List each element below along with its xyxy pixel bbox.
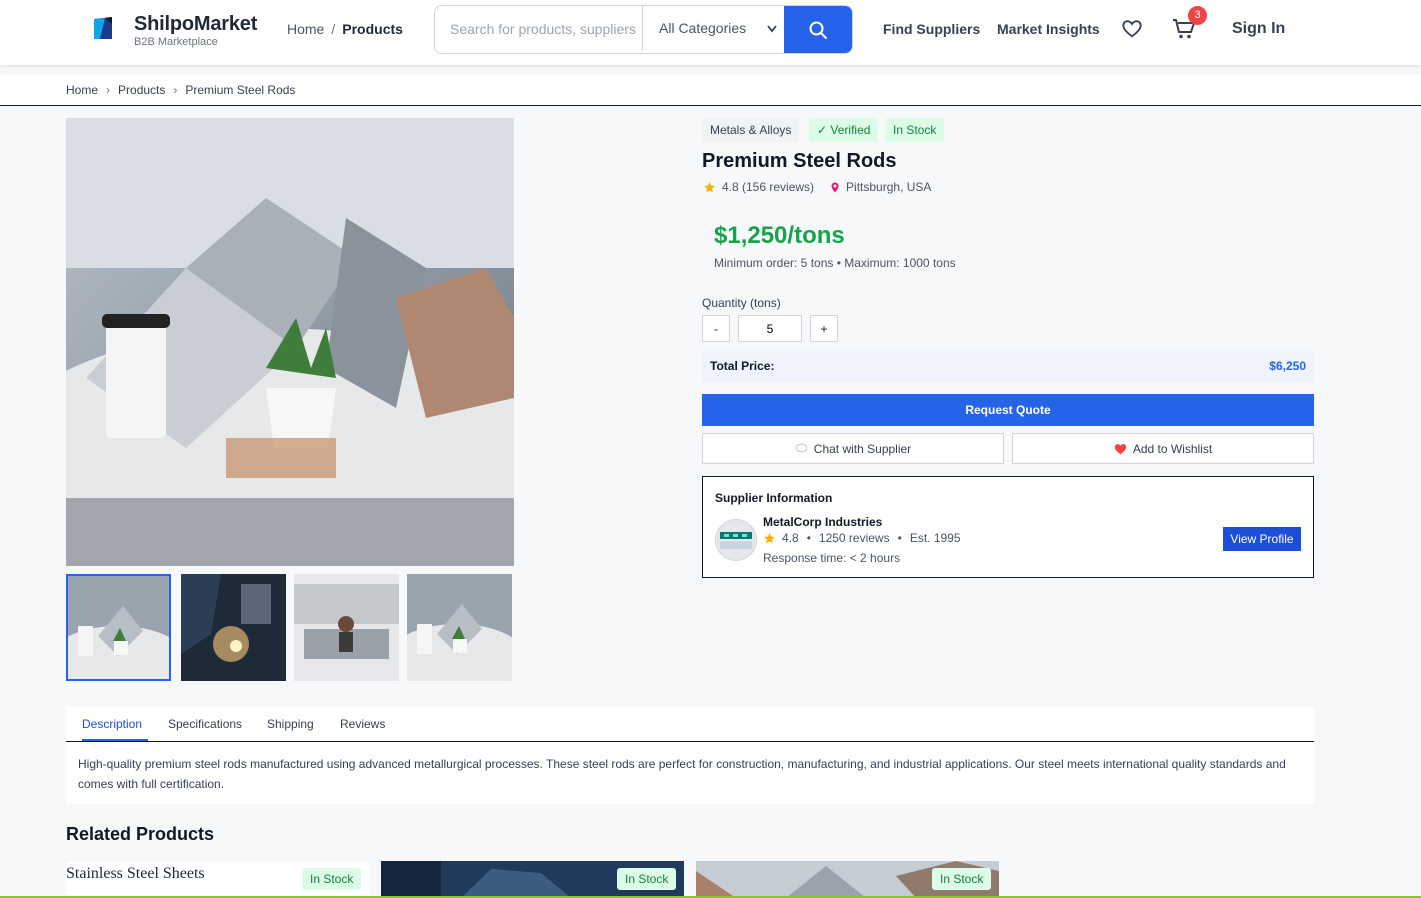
total-price-value: $6,250 bbox=[1269, 359, 1306, 373]
star-icon bbox=[764, 532, 775, 543]
product-rating-row: 4.8 (156 reviews) Pittsburgh, USA bbox=[703, 180, 931, 194]
main-product-image[interactable] bbox=[66, 118, 514, 566]
search-button[interactable] bbox=[784, 6, 852, 53]
product-price: $1,250/tons bbox=[714, 222, 845, 249]
breadcrumb-home[interactable]: Home bbox=[66, 83, 98, 97]
nav-market-insights[interactable]: Market Insights bbox=[997, 21, 1100, 37]
supplier-review-count: 1250 reviews bbox=[818, 531, 890, 545]
bullet-separator: • bbox=[806, 531, 811, 545]
category-select[interactable]: All Categories bbox=[642, 6, 784, 51]
search-icon bbox=[809, 21, 827, 39]
bullet-separator: • bbox=[897, 531, 902, 545]
breadcrumb-separator: › bbox=[173, 83, 178, 97]
total-price-bar: Total Price: $6,250 bbox=[702, 351, 1314, 382]
breadcrumb-separator: › bbox=[106, 83, 111, 97]
chat-with-supplier-button[interactable]: Chat with Supplier bbox=[702, 433, 1004, 464]
location-pin-icon bbox=[831, 182, 839, 192]
supplier-response-time: Response time: < 2 hours bbox=[763, 551, 901, 565]
add-to-wishlist-button[interactable]: Add to Wishlist bbox=[1012, 433, 1314, 464]
breadcrumb: Home › Products › Premium Steel Rods bbox=[0, 75, 1421, 106]
chat-button-label: Chat with Supplier bbox=[813, 441, 912, 456]
sign-in-link[interactable]: Sign In bbox=[1232, 20, 1285, 38]
category-select-value: All Categories bbox=[659, 20, 747, 36]
quantity-label: Quantity (tons) bbox=[702, 296, 781, 310]
quantity-input[interactable] bbox=[738, 315, 802, 342]
breadcrumb-current: Premium Steel Rods bbox=[185, 83, 296, 97]
active-tab-indicator bbox=[82, 739, 148, 741]
tab-description[interactable]: Description bbox=[82, 717, 142, 731]
nav-find-suppliers[interactable]: Find Suppliers bbox=[883, 21, 980, 37]
star-icon bbox=[704, 181, 715, 192]
supplier-name[interactable]: MetalCorp Industries bbox=[763, 515, 882, 529]
brand-subtitle: B2B Marketplace bbox=[134, 36, 218, 48]
heart-icon bbox=[1114, 443, 1126, 454]
wishlist-heart-icon[interactable] bbox=[1121, 18, 1143, 40]
verified-badge: ✓ Verified bbox=[809, 118, 879, 142]
stock-badge: In Stock bbox=[885, 118, 945, 142]
header-crumb-home[interactable]: Home bbox=[287, 21, 324, 37]
supplier-info-card: Supplier Information MetalCorp Industrie… bbox=[702, 476, 1314, 578]
product-rating[interactable]: 4.8 (156 reviews) bbox=[722, 180, 814, 194]
product-title: Premium Steel Rods bbox=[702, 150, 897, 172]
supplier-heading: Supplier Information bbox=[715, 491, 833, 505]
related-products-heading: Related Products bbox=[66, 824, 215, 844]
related-product-card[interactable]: In Stock bbox=[381, 861, 684, 898]
thumbnail-1[interactable] bbox=[66, 574, 171, 681]
quantity-increase-button[interactable]: + bbox=[810, 315, 838, 342]
tab-reviews[interactable]: Reviews bbox=[340, 717, 385, 731]
supplier-established: Est. 1995 bbox=[909, 531, 961, 545]
related-stock-badge: In Stock bbox=[302, 868, 362, 890]
breadcrumb-products[interactable]: Products bbox=[118, 83, 165, 97]
search-bar: All Categories bbox=[434, 5, 853, 54]
tab-shipping[interactable]: Shipping bbox=[267, 717, 314, 731]
related-stock-badge: In Stock bbox=[932, 868, 992, 890]
supplier-stats: 4.8 • 1250 reviews • Est. 1995 bbox=[763, 531, 961, 545]
related-product-card[interactable]: Stainless Steel Sheets In Stock bbox=[66, 861, 369, 898]
product-location: Pittsburgh, USA bbox=[846, 180, 932, 194]
total-price-label: Total Price: bbox=[710, 359, 775, 373]
brand-logo-icon[interactable] bbox=[90, 15, 116, 41]
request-quote-button[interactable]: Request Quote bbox=[702, 394, 1314, 426]
description-text: High-quality premium steel rods manufact… bbox=[78, 757, 1286, 791]
product-tabs: Description Specifications Shipping Revi… bbox=[66, 707, 1314, 742]
supplier-avatar[interactable] bbox=[715, 519, 757, 561]
thumbnail-4[interactable] bbox=[407, 574, 512, 681]
related-product-card[interactable]: In Stock bbox=[696, 861, 999, 898]
search-input[interactable] bbox=[435, 6, 640, 51]
chevron-down-icon bbox=[766, 6, 778, 53]
quantity-decrease-button[interactable]: - bbox=[702, 315, 730, 342]
wishlist-button-label: Add to Wishlist bbox=[1132, 441, 1213, 456]
category-tag: Metals & Alloys bbox=[702, 118, 800, 142]
related-stock-badge: In Stock bbox=[617, 868, 677, 890]
tab-specifications[interactable]: Specifications bbox=[168, 717, 242, 731]
header-breadcrumb: Home / Products bbox=[287, 21, 403, 37]
supplier-rating: 4.8 bbox=[782, 531, 799, 545]
related-product-image-alt: Stainless Steel Sheets bbox=[66, 865, 205, 882]
top-header: ShilpoMarket B2B Marketplace Home / Produc… bbox=[0, 0, 1421, 65]
cart-count-badge: 3 bbox=[1188, 6, 1207, 25]
chat-bubble-icon bbox=[795, 443, 808, 453]
header-crumb-current[interactable]: Products bbox=[342, 21, 403, 37]
view-profile-button[interactable]: View Profile bbox=[1223, 527, 1301, 551]
thumbnail-2[interactable] bbox=[181, 574, 286, 681]
order-limits: Minimum order: 5 tons • Maximum: 1000 to… bbox=[714, 256, 956, 270]
thumbnail-3[interactable] bbox=[294, 574, 399, 681]
description-panel: High-quality premium steel rods manufact… bbox=[66, 742, 1314, 804]
brand-name[interactable]: ShilpoMarket bbox=[134, 13, 257, 36]
header-crumb-separator: / bbox=[331, 21, 336, 37]
